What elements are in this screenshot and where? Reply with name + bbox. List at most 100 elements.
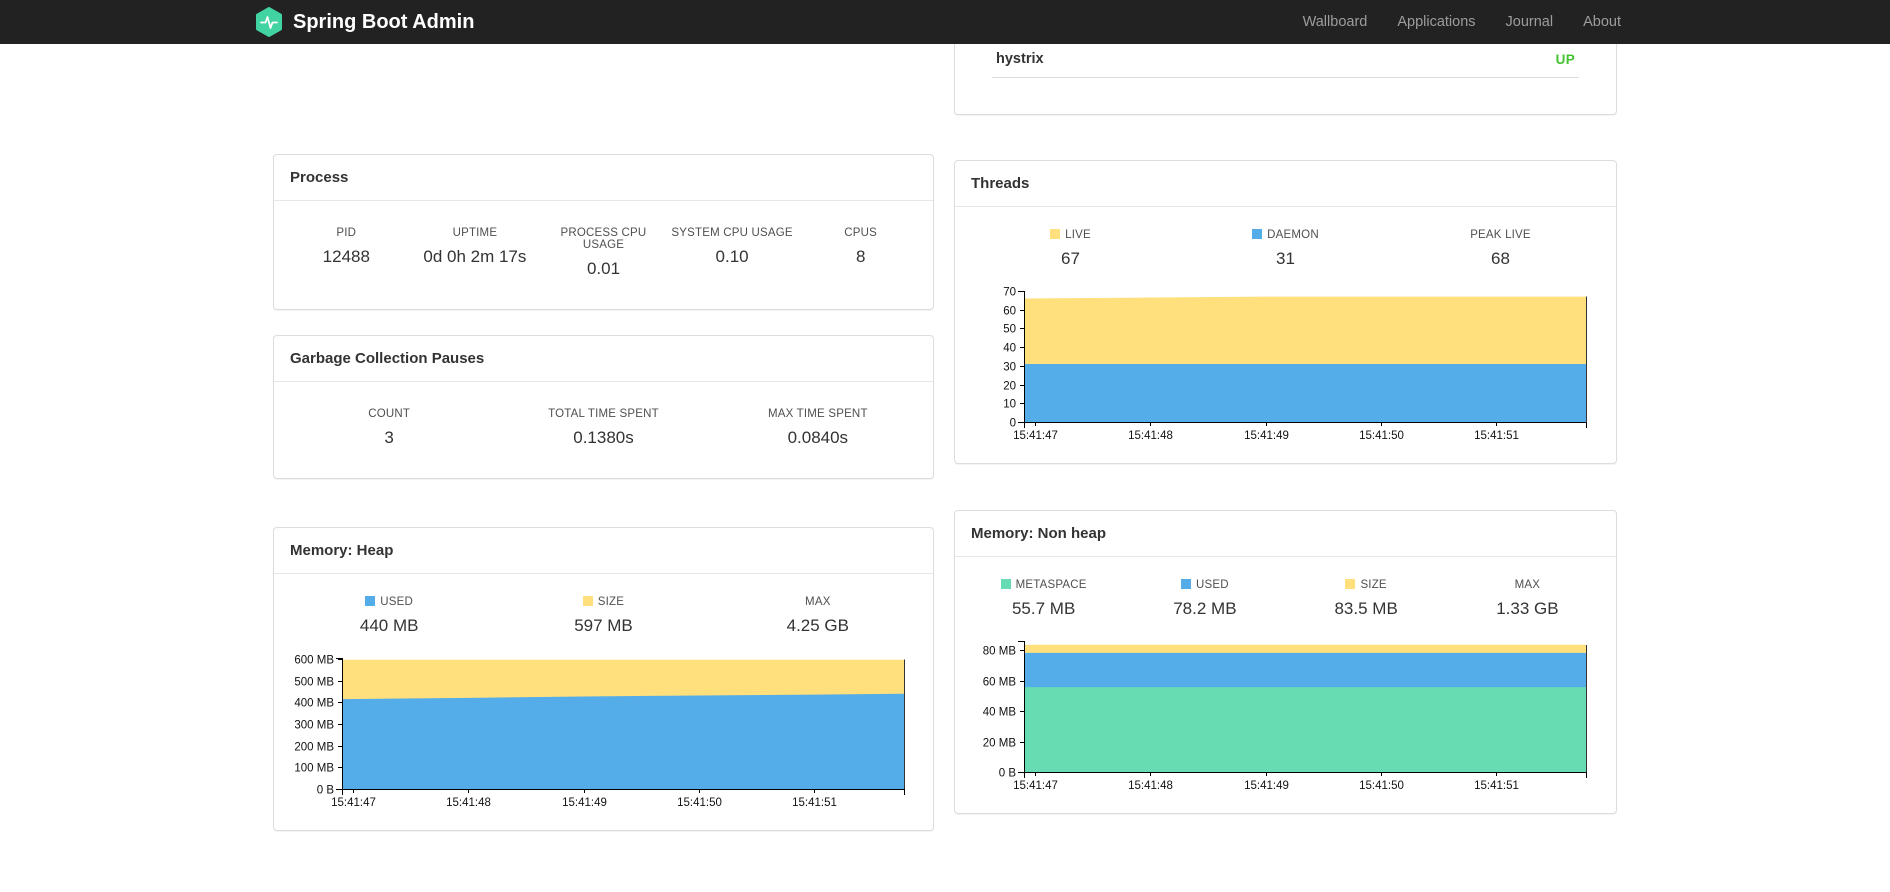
stat-label: PROCESS CPU USAGE xyxy=(560,227,647,251)
legend-value: 55.7 MB xyxy=(1011,599,1076,618)
svg-text:15:41:49: 15:41:49 xyxy=(1244,430,1289,442)
legend-label-text: METASPACE xyxy=(1015,579,1087,591)
svg-text:60: 60 xyxy=(1003,306,1016,318)
threads-chart-area: 0 10 20 30 40 50 60 70 15:41:47 15:41:48 15:41:49 1… xyxy=(955,269,1616,463)
legend-nonheap-size: SIZE 83.5 MB xyxy=(1286,579,1447,619)
used-swatch-icon xyxy=(365,596,376,606)
gc-card: Garbage Collection Pauses COUNT 3 TOTAL … xyxy=(273,335,934,479)
brand-link[interactable]: Spring Boot Admin xyxy=(254,7,474,37)
svg-text:80 MB: 80 MB xyxy=(982,646,1016,658)
heap-chart-area: 0 B 100 MB 200 MB 300 MB 400 MB 500 MB 600 MB 1… xyxy=(274,636,933,830)
heap-chart: 0 B 100 MB 200 MB 300 MB 400 MB 500 MB 600 MB 1… xyxy=(294,655,905,809)
stat-gc-max-time: MAX TIME SPENT 0.0840s xyxy=(711,408,925,448)
svg-text:15:41:48: 15:41:48 xyxy=(446,797,491,809)
nonheap-card-title: Memory: Non heap xyxy=(955,511,1616,557)
svg-text:500 MB: 500 MB xyxy=(294,677,334,689)
stat-value: 0d 0h 2m 17s xyxy=(423,247,527,266)
svg-text:15:41:47: 15:41:47 xyxy=(1013,430,1058,442)
legend-value: 68 xyxy=(1491,249,1510,268)
legend-nonheap-metaspace: METASPACE 55.7 MB xyxy=(963,579,1124,619)
threads-card: Threads LIVE 67 DAEMON 31 PEAK LIVE 68 0… xyxy=(954,160,1617,464)
stat-gc-count: COUNT 3 xyxy=(282,408,496,448)
left-column: Process PID 12488 UPTIME 0d 0h 2m 17s PR… xyxy=(273,44,934,831)
svg-text:15:41:51: 15:41:51 xyxy=(1474,780,1519,792)
svg-text:15:41:48: 15:41:48 xyxy=(1128,430,1173,442)
svg-text:0 B: 0 B xyxy=(998,768,1016,780)
legend-threads-peak: PEAK LIVE 68 xyxy=(1393,229,1608,269)
stat-cpus: CPUS 8 xyxy=(796,227,925,279)
heap-legend: USED 440 MB SIZE 597 MB MAX 4.25 GB xyxy=(274,574,933,636)
svg-text:300 MB: 300 MB xyxy=(294,720,334,732)
application-status-card: hystrix UP xyxy=(954,44,1617,115)
stat-value: 12488 xyxy=(322,247,370,266)
svg-text:100 MB: 100 MB xyxy=(294,763,334,775)
stat-label: PID xyxy=(336,227,357,239)
stat-value: 8 xyxy=(855,247,866,266)
svg-text:50: 50 xyxy=(1003,324,1016,336)
main-content: Process PID 12488 UPTIME 0d 0h 2m 17s PR… xyxy=(273,44,1617,831)
legend-nonheap-used: USED 78.2 MB xyxy=(1124,579,1285,619)
svg-text:600 MB: 600 MB xyxy=(294,655,334,667)
nav-item-applications[interactable]: Applications xyxy=(1382,14,1490,30)
legend-threads-live: LIVE 67 xyxy=(963,229,1178,269)
used-swatch-icon xyxy=(1180,579,1191,589)
svg-text:60 MB: 60 MB xyxy=(982,677,1016,689)
stat-value: 3 xyxy=(384,428,394,447)
svg-text:40: 40 xyxy=(1003,343,1016,355)
svg-text:40 MB: 40 MB xyxy=(982,707,1016,719)
nav-item-journal[interactable]: Journal xyxy=(1491,14,1569,30)
legend-label-text: SIZE xyxy=(1360,579,1387,591)
legend-label-text: DAEMON xyxy=(1267,229,1319,241)
main-nav: Wallboard Applications Journal About xyxy=(1288,14,1636,30)
legend-value: 597 MB xyxy=(574,616,633,635)
app-logo-icon xyxy=(254,7,284,37)
stat-value: 0.0840s xyxy=(787,428,849,447)
legend-threads-daemon: DAEMON 31 xyxy=(1178,229,1393,269)
stat-label: CPUS xyxy=(844,227,878,239)
svg-text:0: 0 xyxy=(1009,418,1015,430)
live-swatch-icon xyxy=(1050,229,1061,239)
legend-value: 83.5 MB xyxy=(1334,599,1398,618)
legend-value: 1.33 GB xyxy=(1496,599,1559,618)
gc-stats: COUNT 3 TOTAL TIME SPENT 0.1380s MAX TIM… xyxy=(274,382,933,478)
application-name[interactable]: hystrix xyxy=(996,51,1044,67)
stat-uptime: UPTIME 0d 0h 2m 17s xyxy=(411,227,540,279)
stat-label: MAX TIME SPENT xyxy=(767,408,868,420)
svg-text:15:41:47: 15:41:47 xyxy=(331,797,376,809)
svg-text:10: 10 xyxy=(1003,399,1016,411)
svg-text:20 MB: 20 MB xyxy=(982,738,1016,750)
brand-title: Spring Boot Admin xyxy=(293,10,475,33)
stat-system-cpu: SYSTEM CPU USAGE 0.10 xyxy=(668,227,797,279)
threads-card-title: Threads xyxy=(955,161,1616,207)
application-row[interactable]: hystrix UP xyxy=(992,44,1579,78)
memory-nonheap-card: Memory: Non heap METASPACE 55.7 MB USED … xyxy=(954,510,1617,814)
svg-text:15:41:49: 15:41:49 xyxy=(562,797,607,809)
threads-chart: 0 10 20 30 40 50 60 70 15:41:47 15:41:48 15:41:49 1… xyxy=(1003,287,1587,442)
nav-item-about[interactable]: About xyxy=(1568,14,1636,30)
process-stats: PID 12488 UPTIME 0d 0h 2m 17s PROCESS CP… xyxy=(274,201,933,309)
stat-value: 0.10 xyxy=(715,247,749,266)
size-swatch-icon xyxy=(1345,579,1356,589)
svg-text:15:41:50: 15:41:50 xyxy=(1359,430,1404,442)
legend-label-text: USED xyxy=(380,596,414,608)
svg-text:15:41:51: 15:41:51 xyxy=(1474,430,1519,442)
memory-heap-card: Memory: Heap USED 440 MB SIZE 597 MB MAX… xyxy=(273,527,934,831)
nav-item-wallboard[interactable]: Wallboard xyxy=(1288,14,1383,30)
svg-text:15:41:49: 15:41:49 xyxy=(1244,780,1289,792)
svg-text:15:41:51: 15:41:51 xyxy=(792,797,837,809)
svg-text:400 MB: 400 MB xyxy=(294,698,334,710)
stat-value: 0.1380s xyxy=(573,428,634,447)
process-card-title: Process xyxy=(274,155,933,201)
stat-label: UPTIME xyxy=(452,227,498,239)
stat-process-cpu: PROCESS CPU USAGE 0.01 xyxy=(539,227,668,279)
svg-text:15:41:47: 15:41:47 xyxy=(1013,780,1058,792)
legend-label-text: PEAK LIVE xyxy=(1470,229,1531,241)
svg-text:0 B: 0 B xyxy=(316,785,334,797)
legend-heap-size: SIZE 597 MB xyxy=(496,596,710,636)
legend-value: 67 xyxy=(1061,249,1080,268)
metaspace-swatch-icon xyxy=(1000,579,1011,589)
nonheap-legend: METASPACE 55.7 MB USED 78.2 MB SIZE 83.5… xyxy=(955,557,1616,619)
legend-value: 440 MB xyxy=(359,616,419,635)
legend-label-text: LIVE xyxy=(1065,229,1091,241)
process-card: Process PID 12488 UPTIME 0d 0h 2m 17s PR… xyxy=(273,154,934,310)
